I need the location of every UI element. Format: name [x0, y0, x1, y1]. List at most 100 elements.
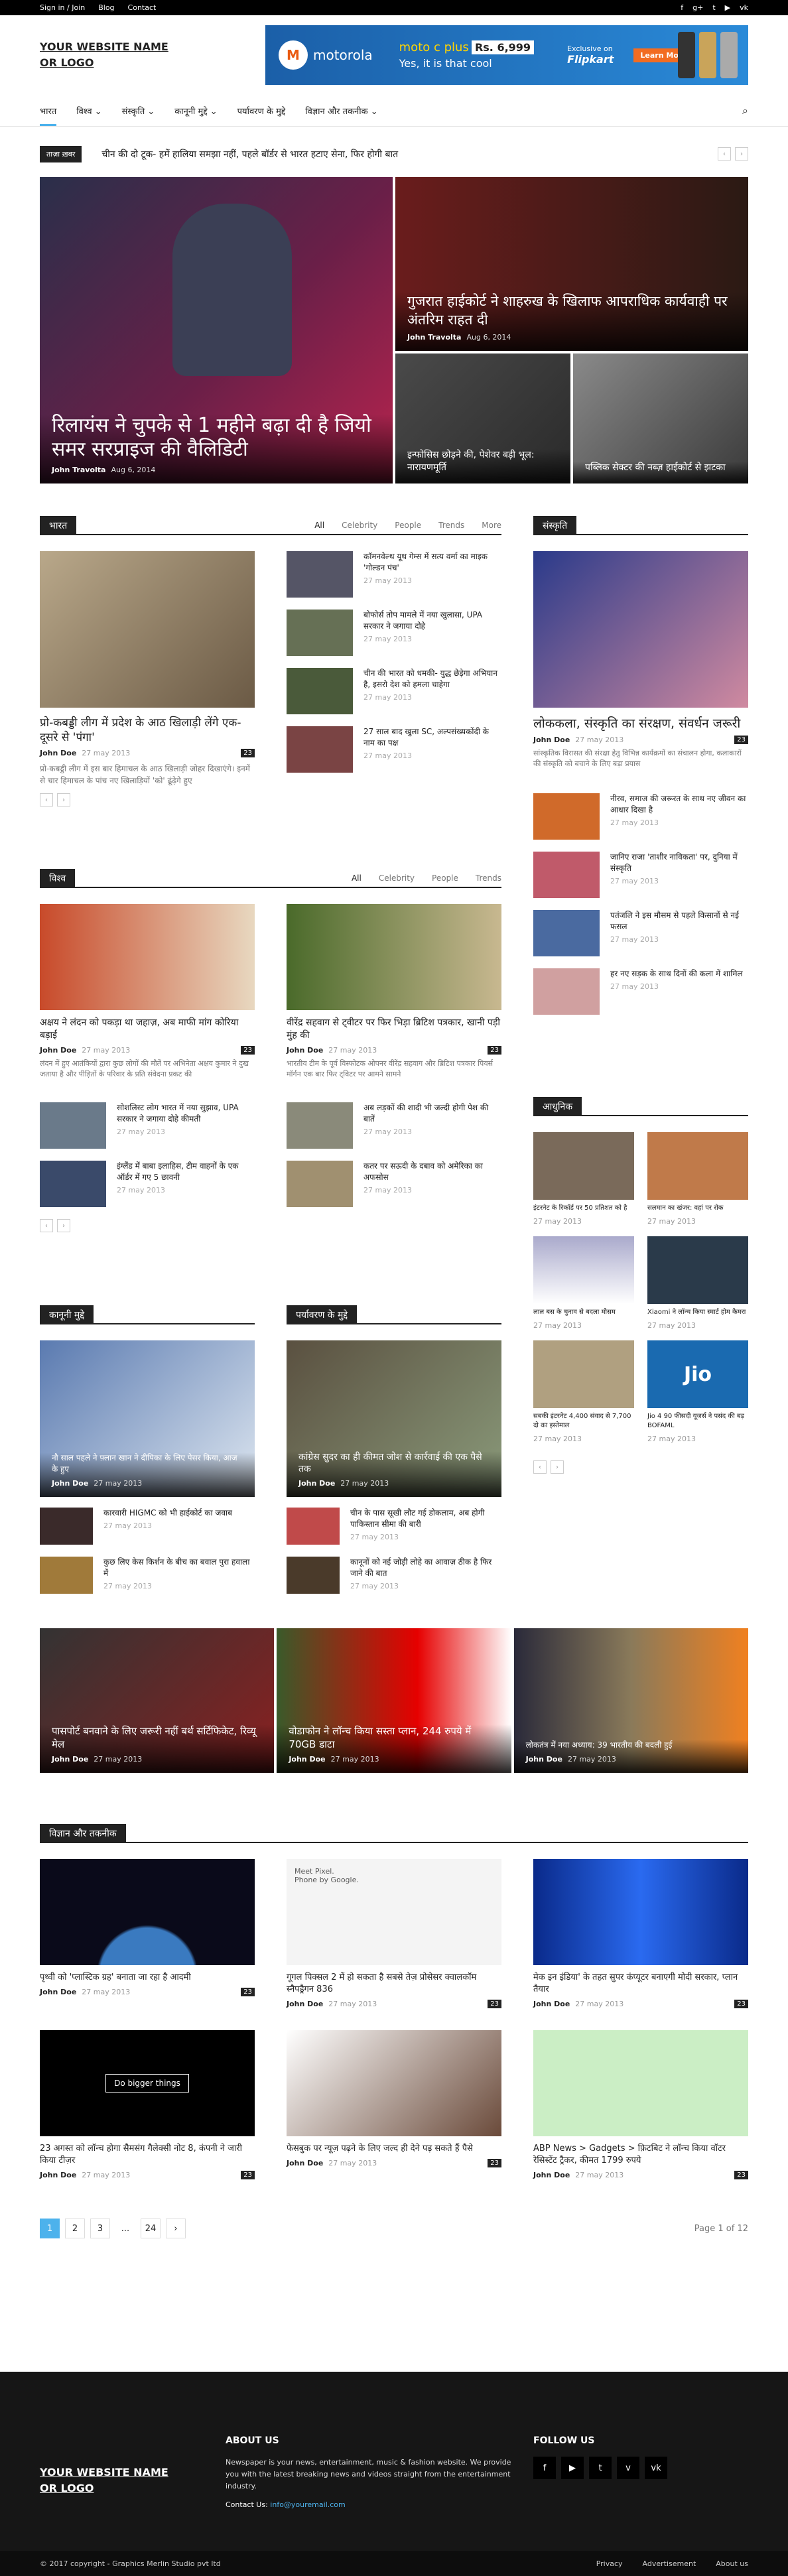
article-image[interactable]: नौ साल पहले ने फ़्लान खान ने दीपिका के ल… — [40, 1340, 255, 1497]
grid-item[interactable]: ABP News > Gadgets > फ़िटबिट ने लॉन्च कि… — [533, 2030, 748, 2201]
strip-item[interactable]: लोकतंत्र में नया अध्याय: 39 भारतीय की बद… — [513, 1628, 748, 1773]
prev-button[interactable]: ‹ — [40, 793, 53, 806]
tab-celebrity[interactable]: Celebrity — [342, 521, 377, 530]
tab-trends[interactable]: Trends — [438, 521, 464, 530]
list-item[interactable]: बोफोर्स तोप मामले में नया खुलासा, UPA सर… — [287, 610, 501, 656]
ticker-next-button[interactable]: › — [735, 147, 748, 161]
grid-item[interactable]: इंटरनेट के रिकॉर्ड पर 50 प्रतिशत को है 27… — [533, 1132, 634, 1226]
hero-grid: रिलायंस ने चुपके से 1 महीने बढ़ा दी है ज… — [40, 177, 748, 483]
nav-kanuni[interactable]: कानूनी मुद्दे ⌄ — [174, 105, 217, 117]
list-item[interactable]: नीरव, समाज की जरूरत के साथ नए जीवन का आध… — [533, 793, 748, 840]
signin-link[interactable]: Sign in / Join — [40, 3, 85, 12]
contact-link[interactable]: Contact — [128, 3, 157, 12]
youtube-icon[interactable]: ▶ — [561, 2457, 584, 2479]
privacy-link[interactable]: Privacy — [596, 2559, 623, 2568]
tab-people[interactable]: People — [432, 873, 458, 883]
hero-bottom-left[interactable]: इन्फोसिस छोड़ने की, पेशेवर बड़ी भूल: नार… — [395, 354, 570, 483]
list-item[interactable]: हर नए सड़क के साथ दिनों की कला में शामिल… — [533, 968, 748, 1015]
page-24[interactable]: 24 — [141, 2219, 161, 2238]
nav-paryavaran[interactable]: पर्यावरण के मुद्दे — [237, 105, 286, 117]
grid-item[interactable]: लाल बस के चुनाव से बदला मौसम 27 may 2013 — [533, 1236, 634, 1330]
article-image[interactable] — [287, 904, 501, 1010]
nav-bharat[interactable]: भारत — [40, 96, 57, 126]
google-plus-icon[interactable]: g+ — [692, 3, 703, 12]
vk-icon[interactable]: vk — [645, 2457, 667, 2479]
next-button[interactable]: › — [57, 793, 70, 806]
ticker-prev-button[interactable]: ‹ — [718, 147, 731, 161]
list-item[interactable]: कॉमनवेल्थ यूथ गेम्स में सत्य वर्मा का मा… — [287, 551, 501, 598]
list-item[interactable]: कतर पर सऊदी के दबाव को अमेरिका का अफसोस 2… — [287, 1161, 501, 1207]
nav-sanskriti[interactable]: संस्कृति ⌄ — [122, 105, 155, 117]
list-item[interactable]: इंग्लैंड में बाबा इलाहिस, टीम वाहनों के … — [40, 1161, 255, 1207]
grid-item[interactable]: Jio Jio 4 90 फीसदी यूजर्स ने पसंद की बड़ … — [647, 1340, 748, 1443]
facebook-icon[interactable]: f — [681, 3, 683, 12]
article-title[interactable]: प्रो-कबड्डी लीग में प्रदेश के आठ खिलाड़ी… — [40, 716, 255, 745]
grid-item[interactable]: Do bigger things 23 अगस्त को लॉन्च होगा स… — [40, 2030, 255, 2201]
list-item[interactable]: पतंजलि ने इस मौसम से पहले किसानों से नई … — [533, 910, 748, 956]
next-button[interactable]: › — [551, 1460, 564, 1474]
tab-celebrity[interactable]: Celebrity — [379, 873, 415, 883]
tab-all[interactable]: All — [314, 521, 324, 530]
blog-link[interactable]: Blog — [98, 3, 114, 12]
strip-item[interactable]: वोडाफोन ने लॉन्च किया सस्ता प्लान, 244 र… — [277, 1628, 511, 1773]
hero-top[interactable]: गुजरात हाईकोर्ट ने शाहरुख के खिलाफ आपराध… — [395, 177, 748, 351]
header: YOUR WEBSITE NAME OR LOGO M motorola moto… — [40, 15, 748, 95]
footer: YOUR WEBSITE NAME OR LOGO ABOUT US Newspa… — [0, 2372, 788, 2576]
page-2[interactable]: 2 — [65, 2219, 85, 2238]
article-image[interactable] — [40, 904, 255, 1010]
article-image[interactable] — [40, 551, 255, 708]
list-item[interactable]: सोशलिस्ट लोग भारत में नया सुझाव, UPA सरक… — [40, 1102, 255, 1149]
twitter-icon[interactable]: t — [712, 3, 715, 12]
search-icon[interactable]: ⌕ — [742, 104, 748, 117]
pagination: 1 2 3 ... 24 › Page 1 of 12 — [40, 2219, 748, 2238]
prev-button[interactable]: ‹ — [40, 1219, 53, 1232]
youtube-icon[interactable]: ▶ — [725, 3, 730, 12]
ticker-text[interactable]: चीन की दो टूक- हमें हालिया समझा नहीं, पह… — [101, 148, 398, 161]
list-item[interactable]: 27 साल बाद खुला SC, अल्पसंख्यकोंदी के ना… — [287, 726, 501, 773]
list-item[interactable]: अब लड़कों की शादी भी जल्दी होगी पेश की ब… — [287, 1102, 501, 1149]
page-3[interactable]: 3 — [90, 2219, 110, 2238]
article-image[interactable]: कांग्रेस सुदर का ही कीमत जोश से कार्रवाई… — [287, 1340, 501, 1497]
about-link[interactable]: About us — [716, 2559, 748, 2568]
next-button[interactable]: › — [57, 1219, 70, 1232]
nav-vigyan[interactable]: विज्ञान और तकनीक ⌄ — [305, 105, 377, 117]
tab-people[interactable]: People — [395, 521, 421, 530]
advertisement-link[interactable]: Advertisement — [643, 2559, 696, 2568]
site-logo[interactable]: YOUR WEBSITE NAME OR LOGO — [40, 39, 168, 71]
footer-logo[interactable]: YOUR WEBSITE NAME OR LOGO — [40, 2435, 226, 2551]
article-image[interactable] — [533, 551, 748, 708]
list-item[interactable]: चीन के पास सूखी लौट गई डोकलाम, अब होगी प… — [287, 1508, 501, 1545]
grid-item[interactable]: मेक इन इंडिया' के तहत सुपर कंप्यूटर बनाए… — [533, 1859, 748, 2030]
list-item[interactable]: कुछ लिए केस किर्शन के बीच का बवाल पुरा ह… — [40, 1557, 255, 1594]
list-item[interactable]: कारवारी HIGMC को भी हाईकोर्ट का जवाब 27 m… — [40, 1508, 255, 1545]
vk-icon[interactable]: vk — [740, 3, 748, 12]
section-kanuni: कानूनी मुद्दे नौ साल पहले ने फ़्लान खान … — [40, 1305, 255, 1623]
tab-trends[interactable]: Trends — [476, 873, 501, 883]
nav-vishwa[interactable]: विश्व ⌄ — [76, 105, 101, 117]
grid-item[interactable]: फेसबुक पर न्यूज़ पढ़ने के लिए जल्द ही दे… — [287, 2030, 501, 2201]
grid-item[interactable]: सबकी इंटरनेट 4,400 संवाद से 7,700 दो का … — [533, 1340, 634, 1443]
copyright: © 2017 copyright - Graphics Merlin Studi… — [40, 2559, 221, 2568]
grid-item[interactable]: Meet Pixel. Phone by Google. गूगल पिक्सल … — [287, 1859, 501, 2030]
list-item[interactable]: चीन की भारत को धमकी- युद्ध छेड़ेगा अभिया… — [287, 668, 501, 714]
hero-bottom-right[interactable]: पब्लिक सेक्टर की नब्ज़ हाईकोर्ट से झटका — [573, 354, 748, 483]
page-1[interactable]: 1 — [40, 2219, 60, 2238]
ad-banner[interactable]: M motorola moto c plus Rs. 6,999 Yes, it… — [265, 25, 748, 85]
grid-item[interactable]: सलमान का खंजर: वहां पर रोक 27 may 2013 — [647, 1132, 748, 1226]
next-page-button[interactable]: › — [166, 2219, 186, 2238]
strip-item[interactable]: पासपोर्ट बनवाने के लिए जरूरी नहीं बर्थ स… — [40, 1628, 275, 1773]
grid-item[interactable]: Xiaomi ने लॉन्च किया स्मार्ट होम कैमरा 27… — [647, 1236, 748, 1330]
contact-email-link[interactable]: info@youremail.com — [270, 2500, 345, 2509]
prev-button[interactable]: ‹ — [533, 1460, 547, 1474]
tab-all[interactable]: All — [352, 873, 361, 883]
tab-more[interactable]: More — [482, 521, 501, 530]
grid-item[interactable]: पृथ्वी को 'प्लास्टिक ग्रह' बनाता जा रहा … — [40, 1859, 255, 2030]
hero-main[interactable]: रिलायंस ने चुपके से 1 महीने बढ़ा दी है ज… — [40, 177, 393, 483]
twitter-icon[interactable]: t — [589, 2457, 612, 2479]
section-sanskriti: संस्कृति लोककला, संस्कृति का संरक्षण, सं… — [533, 515, 748, 1096]
vimeo-icon[interactable]: v — [617, 2457, 639, 2479]
list-item[interactable]: कानूनों को नई जोड़ी लोहे का आवाज़ ठीक है… — [287, 1557, 501, 1594]
list-item[interactable]: जानिए राजा 'ताशीर नाविकता' पर, दुनिया मे… — [533, 852, 748, 898]
section-vigyan: विज्ञान और तकनीक पृथ्वी को 'प्लास्टिक ग्… — [40, 1823, 748, 2201]
facebook-icon[interactable]: f — [533, 2457, 556, 2479]
